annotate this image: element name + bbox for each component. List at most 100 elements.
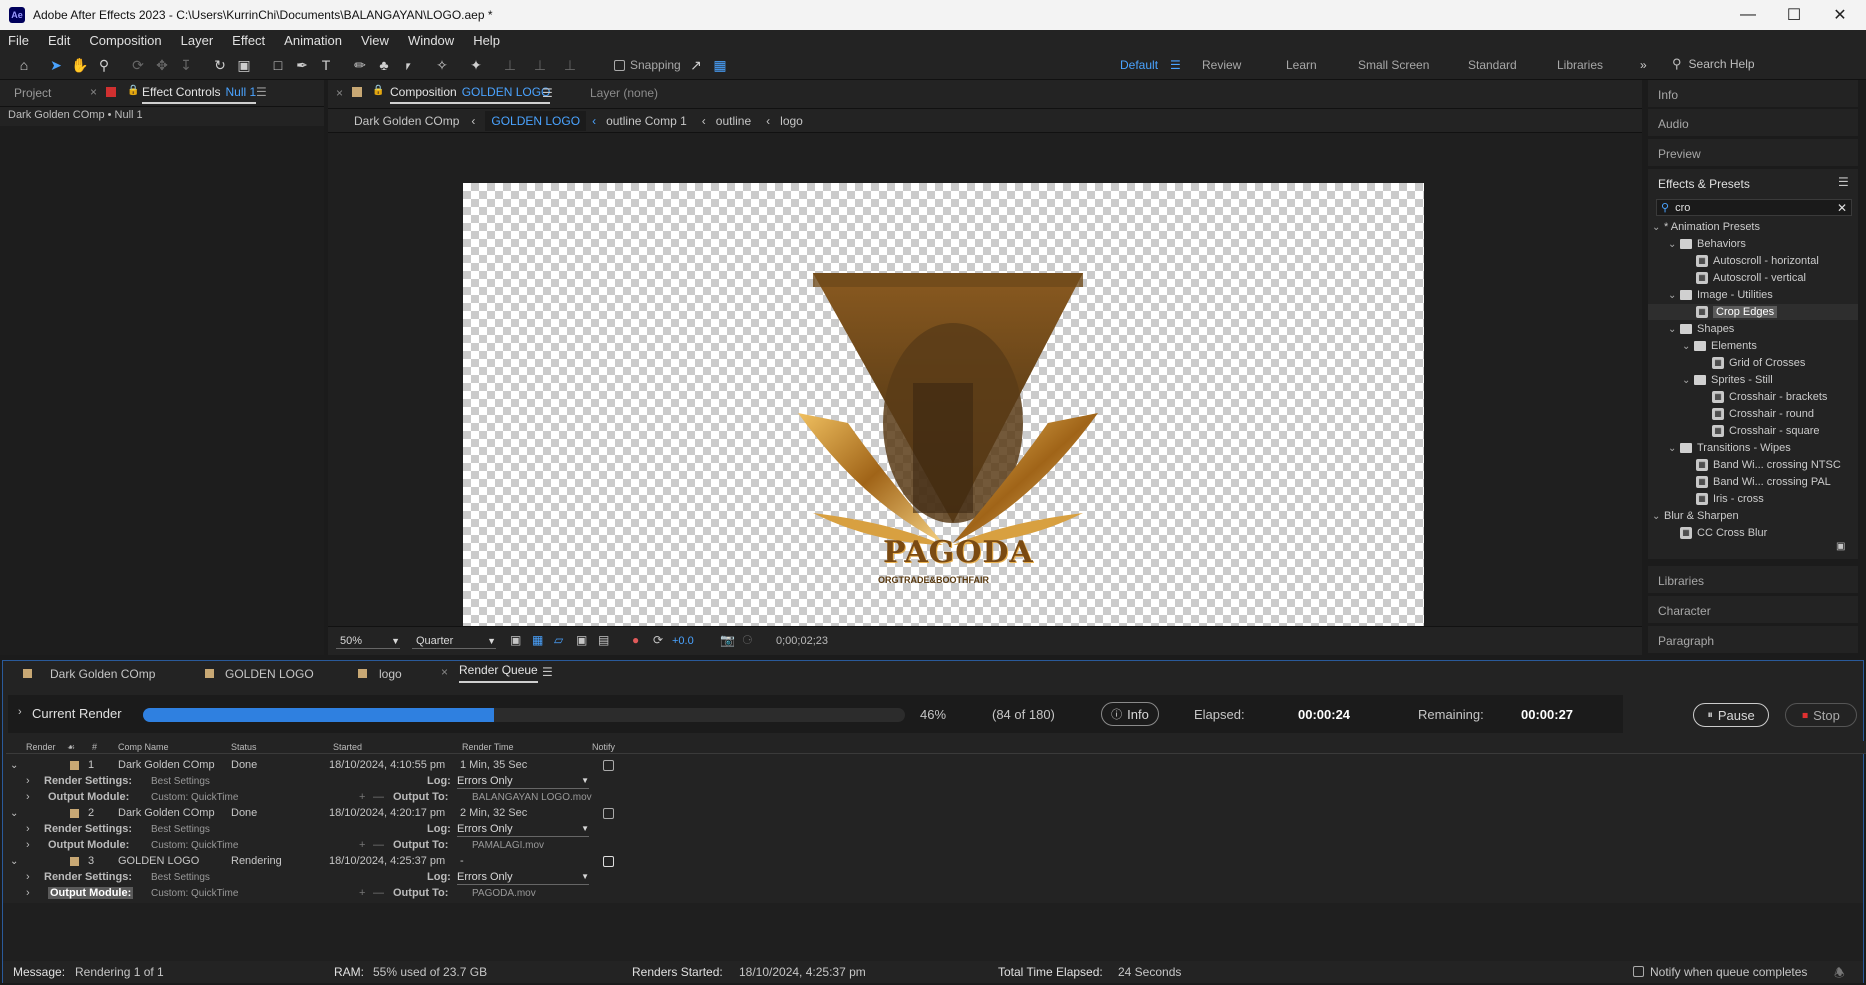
new-preset-icon[interactable]: ▣: [1836, 541, 1845, 552]
effects-search-field[interactable]: ⚲ cro ✕: [1656, 199, 1852, 216]
reset-exposure-icon[interactable]: ⟳: [653, 633, 663, 647]
snapping-toggle[interactable]: Snapping: [614, 58, 681, 72]
output-file[interactable]: PAMALAGI.mov: [472, 840, 544, 851]
tab-logo[interactable]: logo: [379, 667, 402, 681]
tree-band-wipe-ntsc[interactable]: ▦ Band Wi... crossing NTSC: [1696, 457, 1841, 473]
tab-project[interactable]: Project: [14, 86, 51, 100]
menu-view[interactable]: View: [361, 33, 389, 48]
tab-preview[interactable]: Preview: [1648, 139, 1858, 166]
stop-button[interactable]: ⏹ Stop: [1785, 703, 1857, 727]
log-dropdown[interactable]: Errors Only ▼: [457, 774, 589, 789]
notify-checkbox[interactable]: [603, 807, 614, 819]
more-workspaces-icon[interactable]: »: [1640, 58, 1647, 72]
close-button[interactable]: ✕: [1817, 0, 1863, 30]
notification-bell-icon[interactable]: 🕭: [1834, 964, 1845, 985]
flow-item-outline[interactable]: outline: [716, 114, 751, 128]
local-axis-icon[interactable]: ⊥: [500, 55, 520, 75]
chevron-right-icon[interactable]: ›: [26, 887, 30, 899]
tab-render-queue[interactable]: Render Queue: [459, 663, 538, 683]
flow-item-dark-golden-comp[interactable]: Dark Golden COmp: [354, 114, 459, 128]
effects-panel-menu-icon[interactable]: ☰: [1838, 175, 1849, 189]
col-render-time[interactable]: Render Time: [462, 742, 514, 752]
pan-camera-icon[interactable]: ✥: [152, 55, 172, 75]
pen-tool-icon[interactable]: ✒: [292, 55, 312, 75]
tab-layer[interactable]: Layer (none): [590, 86, 658, 100]
output-module-value[interactable]: Custom: QuickTime: [151, 840, 238, 851]
hand-tool-icon[interactable]: ✋: [70, 55, 90, 75]
queue-item[interactable]: ⌄ 2 Dark Golden COmp Done 18/10/2024, 4:…: [6, 805, 1866, 821]
tab-effect-controls[interactable]: Effect Controls Null 1: [142, 82, 257, 104]
snapshot-icon[interactable]: 📷: [720, 633, 735, 647]
show-snapshot-icon[interactable]: ⚆: [742, 633, 753, 647]
rq-panel-menu-icon[interactable]: ☰: [542, 665, 553, 679]
zoom-tool-icon[interactable]: ⚲: [94, 55, 114, 75]
region-of-interest-icon[interactable]: ▣: [576, 633, 587, 647]
chevron-down-icon[interactable]: ⌄: [10, 760, 18, 771]
eraser-tool-icon[interactable]: ⎖: [398, 55, 418, 75]
menu-layer[interactable]: Layer: [181, 33, 214, 48]
tab-libraries[interactable]: Libraries: [1648, 566, 1858, 593]
col-started[interactable]: Started: [333, 742, 362, 752]
tree-iris-cross[interactable]: ▦ Iris - cross: [1696, 491, 1764, 507]
tree-crosshair-round[interactable]: ▦ Crosshair - round: [1712, 406, 1814, 422]
tree-blur-sharpen[interactable]: ⌄ Blur & Sharpen: [1652, 508, 1739, 524]
output-module-value[interactable]: Custom: QuickTime: [151, 888, 238, 899]
menu-composition[interactable]: Composition: [89, 33, 161, 48]
menu-file[interactable]: File: [8, 33, 29, 48]
maximize-button[interactable]: ☐: [1771, 0, 1817, 30]
render-settings-value[interactable]: Best Settings: [151, 824, 210, 835]
queue-item[interactable]: ⌄ 1 Dark Golden COmp Done 18/10/2024, 4:…: [6, 757, 1866, 773]
selection-tool-icon[interactable]: ➤: [46, 55, 66, 75]
timecode-display[interactable]: 0;00;02;23: [776, 635, 828, 647]
resolution-dropdown[interactable]: Quarter ▼: [412, 634, 496, 649]
output-module-value[interactable]: Custom: QuickTime: [151, 792, 238, 803]
tab-audio[interactable]: Audio: [1648, 109, 1858, 136]
col-render[interactable]: Render: [26, 742, 56, 752]
tab-golden-logo[interactable]: GOLDEN LOGO: [225, 667, 314, 681]
tree-elements[interactable]: ⌄ Elements: [1682, 338, 1757, 354]
chevron-right-icon[interactable]: ›: [26, 871, 30, 883]
tree-band-wipe-pal[interactable]: ▦ Band Wi... crossing PAL: [1696, 474, 1831, 490]
tree-behaviors[interactable]: ⌄ Behaviors: [1668, 236, 1746, 252]
snap-features-icon[interactable]: ▦: [710, 55, 730, 75]
view-axis-icon[interactable]: ⊥: [560, 55, 580, 75]
tab-composition[interactable]: Composition GOLDEN LOGO: [390, 82, 551, 104]
puppet-tool-icon[interactable]: ✦: [466, 55, 486, 75]
color-channels-icon[interactable]: ●: [632, 633, 639, 647]
log-dropdown[interactable]: Errors Only ▼: [457, 822, 589, 837]
roto-brush-tool-icon[interactable]: ✧: [432, 55, 452, 75]
tree-crosshair-square[interactable]: ▦ Crosshair - square: [1712, 423, 1819, 439]
comp-viewer[interactable]: PAGODA ORGTRADE&BOOTHFAIR: [328, 133, 1642, 630]
exposure-value[interactable]: +0.0: [672, 635, 694, 647]
tree-image-utilities[interactable]: ⌄ Image - Utilities: [1668, 287, 1773, 303]
workspace-review[interactable]: Review: [1202, 58, 1241, 72]
close-tab-icon[interactable]: ×: [90, 85, 97, 99]
add-output-icon[interactable]: +: [359, 887, 365, 899]
comp-panel-menu-icon[interactable]: ☰: [542, 86, 553, 100]
flow-item-logo[interactable]: logo: [780, 114, 803, 128]
notify-checkbox[interactable]: [603, 855, 614, 867]
comp-lock-icon[interactable]: 🔒: [372, 85, 384, 96]
home-icon[interactable]: ⌂: [14, 55, 34, 75]
tree-grid-of-crosses[interactable]: ▦ Grid of Crosses: [1712, 355, 1805, 371]
add-output-icon[interactable]: +: [359, 791, 365, 803]
flow-item-golden-logo[interactable]: GOLDEN LOGO: [485, 111, 587, 131]
tree-animation-presets[interactable]: ⌄ * Animation Presets: [1652, 219, 1760, 235]
tree-sprites-still[interactable]: ⌄ Sprites - Still: [1682, 372, 1773, 388]
workspace-menu-icon[interactable]: ☰: [1170, 58, 1181, 72]
tree-shapes[interactable]: ⌄ Shapes: [1668, 321, 1734, 337]
flow-item-outline-comp-1[interactable]: outline Comp 1: [606, 114, 687, 128]
minimize-button[interactable]: —: [1725, 0, 1771, 30]
snapping-checkbox[interactable]: [614, 59, 625, 71]
mask-visibility-icon[interactable]: ▱: [554, 633, 563, 647]
workspace-standard[interactable]: Standard: [1468, 58, 1517, 72]
dolly-camera-icon[interactable]: ↧: [176, 55, 196, 75]
remove-output-icon[interactable]: —: [373, 791, 384, 803]
clone-stamp-tool-icon[interactable]: ♣: [374, 55, 394, 75]
fast-preview-icon[interactable]: ▣: [510, 633, 521, 647]
tab-info[interactable]: Info: [1648, 80, 1858, 107]
chevron-right-icon[interactable]: ›: [18, 706, 22, 718]
output-file[interactable]: PAGODA.mov: [472, 888, 536, 899]
rotate-tool-icon[interactable]: ↻: [210, 55, 230, 75]
pause-button[interactable]: ⏸ Pause: [1693, 703, 1769, 727]
